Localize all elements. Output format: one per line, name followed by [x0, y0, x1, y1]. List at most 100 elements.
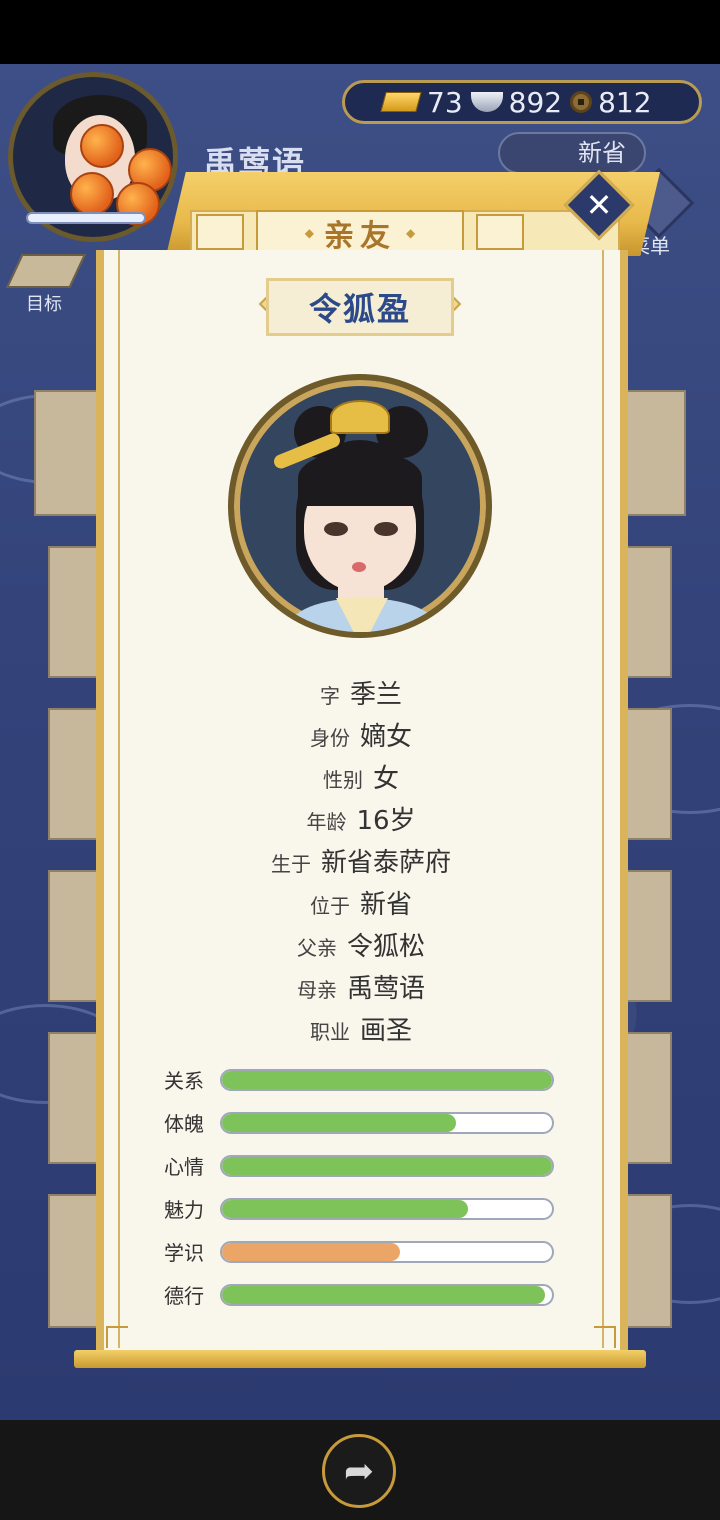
background-card [620, 390, 686, 516]
stat-fill [222, 1070, 552, 1089]
info-key: 母亲 [296, 978, 337, 1002]
stat-bar [220, 1154, 554, 1177]
info-value: 画圣 [359, 1016, 412, 1046]
info-key: 位于 [309, 894, 350, 918]
coin-amount: 812 [598, 85, 652, 119]
goal-label[interactable]: 目标 [26, 290, 62, 316]
info-value: 新省 [359, 890, 412, 920]
background-card [626, 870, 672, 1002]
info-row-courtesy-name: 字 季兰 [118, 674, 604, 716]
portrait-bangs [298, 450, 422, 506]
stat-mood: 心情 [164, 1144, 564, 1187]
stat-knowledge: 学识 [164, 1230, 564, 1273]
info-key: 性别 [322, 768, 363, 792]
background-card [626, 708, 672, 840]
title-side-ornament [196, 214, 244, 250]
character-name: 令狐盈 [308, 290, 411, 328]
silver-ingot-icon [470, 92, 503, 112]
game-screen: 禹莺语 73 892 812 新省 目标 菜单 ◆ 亲友 ◆ ✕ 令狐盈 字 季… [0, 64, 720, 1420]
info-row-location: 位于 新省 [118, 884, 604, 926]
corner-ornament [594, 1326, 616, 1348]
stat-fill [222, 1156, 552, 1175]
background-card [48, 870, 98, 1002]
info-row-mother: 母亲 禹莺语 [118, 968, 604, 1010]
info-row-gender: 性别 女 [118, 758, 604, 800]
background-card [48, 546, 98, 678]
stat-bar [220, 1197, 554, 1220]
stat-bar [220, 1111, 554, 1134]
gold-amount: 73 [427, 85, 463, 119]
location-button[interactable]: 新省 [498, 132, 646, 174]
info-key: 职业 [309, 1020, 350, 1044]
stat-fill [222, 1113, 457, 1132]
background-card [48, 1032, 98, 1164]
title-side-ornament [476, 214, 524, 250]
character-portrait [228, 374, 492, 638]
stat-physique: 体魄 [164, 1101, 564, 1144]
fruit-decoration-icon [80, 124, 124, 168]
copper-coin-icon [570, 91, 593, 113]
stat-fill [222, 1242, 401, 1261]
info-value: 季兰 [349, 680, 402, 710]
stat-bar [220, 1240, 554, 1263]
stat-virtue: 德行 [164, 1273, 564, 1316]
gold-ingot-icon [380, 92, 422, 112]
stat-relationship: 关系 [164, 1058, 564, 1101]
info-row-occupation: 职业 画圣 [118, 1010, 604, 1052]
info-key: 字 [319, 684, 340, 708]
silver-amount: 892 [508, 85, 563, 119]
info-key: 身份 [309, 726, 350, 750]
stat-label: 德行 [164, 1284, 204, 1308]
info-key: 父亲 [296, 936, 337, 960]
goal-icon[interactable] [6, 254, 86, 288]
share-icon: ➦ [343, 1450, 375, 1492]
stat-charm: 魅力 [164, 1187, 564, 1230]
portrait-mouth [352, 562, 366, 572]
modal-title-text: 亲友 [324, 219, 396, 254]
info-value: 禹莺语 [346, 974, 425, 1004]
background-card [626, 546, 672, 678]
stat-fill [222, 1199, 468, 1218]
info-value: 16岁 [356, 806, 416, 836]
title-dot-icon: ◆ [304, 226, 314, 240]
scroll-bottom-roll [74, 1350, 646, 1368]
stat-fill [222, 1285, 546, 1304]
stat-bar [220, 1068, 554, 1091]
info-row-status: 身份 嫡女 [118, 716, 604, 758]
stat-label: 魅力 [164, 1198, 204, 1222]
stat-label: 学识 [164, 1241, 204, 1265]
close-icon[interactable]: ✕ [574, 180, 624, 230]
character-info: 字 季兰 身份 嫡女 性别 女 年龄 16岁 生于 新省泰萨府 位于 新省 父亲… [118, 674, 604, 1052]
info-value: 嫡女 [359, 722, 412, 752]
background-card [626, 1194, 672, 1328]
character-stats: 关系 体魄 心情 魅力 学识 德行 [164, 1058, 564, 1316]
info-key: 生于 [270, 852, 311, 876]
portrait-hair-ornament [330, 400, 390, 434]
background-card [48, 1194, 98, 1328]
stat-label: 体魄 [164, 1112, 204, 1136]
fruit-decoration-icon [70, 172, 114, 216]
status-bar [0, 0, 720, 64]
corner-ornament [106, 1326, 128, 1348]
background-card [626, 1032, 672, 1164]
player-hp-bar [26, 212, 146, 224]
location-label: 新省 [578, 139, 626, 167]
currency-bar: 73 892 812 [342, 80, 702, 124]
character-name-plate: 令狐盈 [266, 278, 454, 336]
portrait-eye [324, 522, 348, 536]
info-value: 新省泰萨府 [320, 848, 451, 878]
share-button[interactable]: ➦ [322, 1434, 396, 1508]
info-row-father: 父亲 令狐松 [118, 926, 604, 968]
info-key: 年龄 [306, 810, 347, 834]
info-value: 令狐松 [346, 932, 425, 962]
background-card [48, 708, 98, 840]
info-row-birthplace: 生于 新省泰萨府 [118, 842, 604, 884]
title-dot-icon: ◆ [406, 226, 416, 240]
background-card [34, 390, 104, 516]
info-row-age: 年龄 16岁 [118, 800, 604, 842]
stat-label: 关系 [164, 1069, 204, 1093]
portrait-eye [374, 522, 398, 536]
stat-bar [220, 1283, 554, 1306]
stat-label: 心情 [164, 1155, 204, 1179]
info-value: 女 [372, 764, 399, 794]
